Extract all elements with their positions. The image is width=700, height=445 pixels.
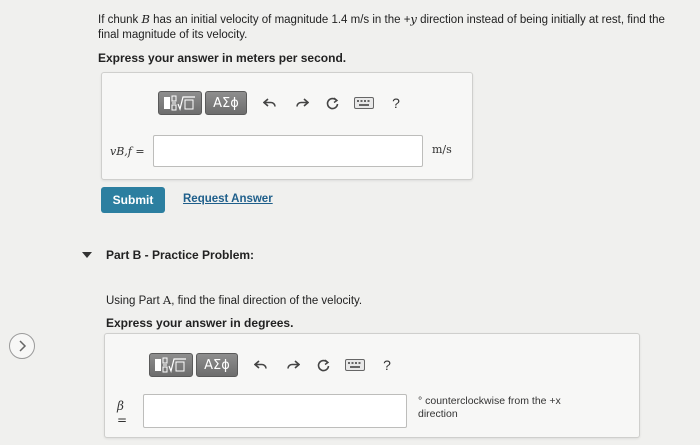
redo-icon[interactable] bbox=[291, 92, 313, 114]
submit-button[interactable]: Submit bbox=[101, 187, 165, 213]
symbols-label: ΑΣϕ bbox=[204, 357, 230, 373]
question-text: has an initial velocity of magnitude 1.4… bbox=[149, 14, 411, 26]
undo-icon[interactable] bbox=[250, 354, 272, 376]
unit-line: direction bbox=[418, 408, 458, 420]
templates-button[interactable] bbox=[158, 91, 202, 115]
math-toolbar: ΑΣϕ ? bbox=[158, 91, 407, 115]
answer-input-b[interactable] bbox=[143, 394, 407, 428]
question-text: If chunk bbox=[98, 14, 142, 26]
answer-panel-b: ΑΣϕ ? β = ° counterclockwise from the +x… bbox=[104, 333, 640, 438]
help-label: ? bbox=[383, 357, 391, 373]
part-b-title[interactable]: Part B - Practice Problem: bbox=[106, 248, 254, 262]
next-part-button[interactable] bbox=[9, 333, 35, 359]
question-var: B bbox=[141, 12, 150, 26]
part-a-instruction: Express your answer in meters per second… bbox=[98, 51, 347, 65]
unit-label: ° counterclockwise from the +x direction bbox=[418, 395, 561, 421]
reset-icon[interactable] bbox=[321, 92, 343, 114]
undo-icon[interactable] bbox=[259, 92, 281, 114]
submit-label: Submit bbox=[112, 193, 154, 207]
collapse-caret-icon[interactable] bbox=[82, 252, 92, 258]
unit-label: m/s bbox=[432, 143, 452, 156]
answer-input-a[interactable] bbox=[153, 135, 423, 167]
keyboard-icon[interactable] bbox=[353, 92, 375, 114]
variable-label: β = bbox=[117, 399, 128, 427]
symbols-button[interactable]: ΑΣϕ bbox=[205, 91, 247, 115]
fraction-sqrt-icon bbox=[164, 95, 195, 111]
reset-icon[interactable] bbox=[312, 354, 334, 376]
part-a-question: If chunk B has an initial velocity of ma… bbox=[98, 12, 678, 43]
help-button[interactable]: ? bbox=[385, 92, 407, 114]
part-b-question: Using Part A, find the final direction o… bbox=[106, 293, 362, 307]
question-text: , find the final direction of the veloci… bbox=[171, 295, 363, 307]
variable-text: vB,f = bbox=[110, 145, 145, 158]
help-button[interactable]: ? bbox=[376, 354, 398, 376]
request-answer-link[interactable]: Request Answer bbox=[183, 193, 273, 205]
math-toolbar: ΑΣϕ ? bbox=[149, 353, 398, 377]
unit-line: ° counterclockwise from the +x bbox=[418, 395, 561, 407]
symbols-label: ΑΣϕ bbox=[213, 95, 239, 111]
fraction-sqrt-icon bbox=[155, 357, 186, 373]
chevron-right-icon bbox=[19, 340, 27, 352]
part-b-instruction: Express your answer in degrees. bbox=[106, 316, 294, 330]
redo-icon[interactable] bbox=[282, 354, 304, 376]
variable-label: vB,f = bbox=[110, 145, 145, 158]
symbols-button[interactable]: ΑΣϕ bbox=[196, 353, 238, 377]
question-text: Using Part bbox=[106, 295, 163, 307]
question-var: A bbox=[162, 293, 172, 307]
keyboard-icon[interactable] bbox=[344, 354, 366, 376]
answer-panel-a: ΑΣϕ ? vB,f = m/s bbox=[101, 72, 473, 180]
help-label: ? bbox=[392, 95, 400, 111]
templates-button[interactable] bbox=[149, 353, 193, 377]
